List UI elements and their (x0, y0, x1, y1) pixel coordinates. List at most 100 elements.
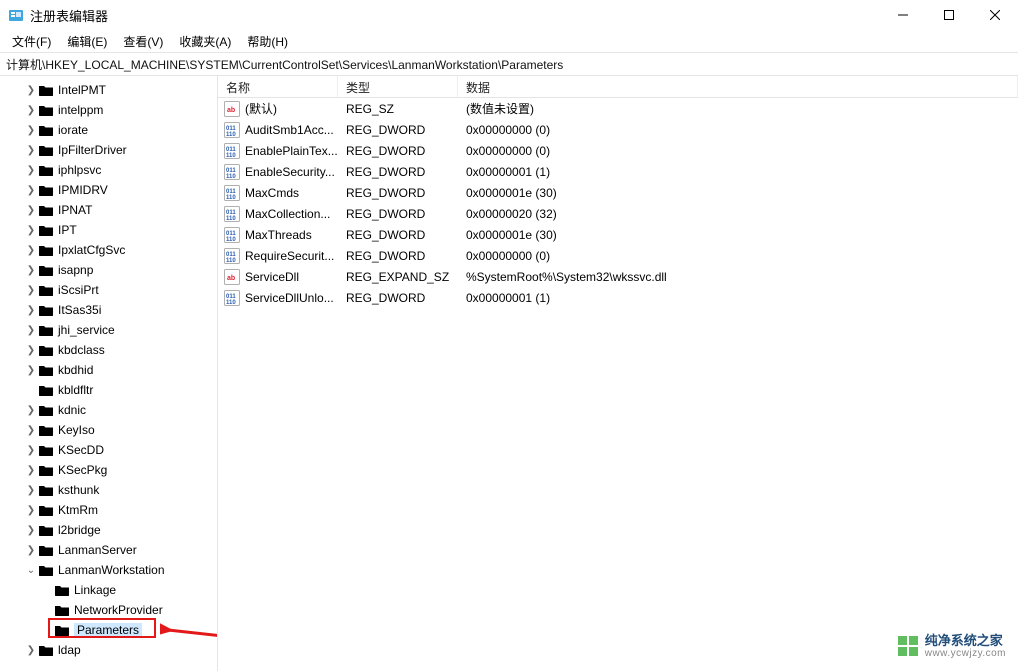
tree-item[interactable]: ❯ kbdhid (0, 360, 217, 380)
folder-icon (38, 323, 54, 337)
menu-help[interactable]: 帮助(H) (239, 31, 296, 52)
tree-item[interactable]: ❯ KtmRm (0, 500, 217, 520)
tree-item[interactable]: ❯IpFilterDriver (0, 140, 217, 160)
maximize-button[interactable] (926, 0, 972, 30)
value-row[interactable]: 011110EnablePlainTex...REG_DWORD0x000000… (218, 140, 1018, 161)
tree-item[interactable]: ❯jhi_service (0, 320, 217, 340)
tree-item[interactable]: ⌄ LanmanWorkstation (0, 560, 217, 580)
tree-item-label: kbdhid (58, 363, 93, 377)
expand-icon[interactable]: ❯ (24, 265, 38, 276)
expand-icon[interactable]: ❯ (24, 505, 38, 516)
expand-icon[interactable]: ❯ (24, 325, 38, 336)
expand-icon[interactable]: ❯ (24, 365, 38, 376)
expand-icon[interactable]: ❯ (24, 445, 38, 456)
tree-item[interactable]: ❯ kdnic (0, 400, 217, 420)
tree-item[interactable]: Linkage (0, 580, 217, 600)
value-row[interactable]: abServiceDllREG_EXPAND_SZ%SystemRoot%\Sy… (218, 266, 1018, 287)
collapse-icon[interactable]: ⌄ (24, 565, 38, 576)
tree-item-label: ksthunk (58, 483, 99, 497)
expand-icon[interactable]: ❯ (24, 285, 38, 296)
expand-icon[interactable]: ❯ (24, 105, 38, 116)
value-row[interactable]: 011110RequireSecurit...REG_DWORD0x000000… (218, 245, 1018, 266)
expand-icon[interactable]: ❯ (24, 525, 38, 536)
expand-icon[interactable]: ❯ (24, 405, 38, 416)
menu-favorites[interactable]: 收藏夹(A) (171, 31, 239, 52)
tree-view[interactable]: ❯IntelPMT❯intelppm❯iorate❯IpFilterDriver… (0, 76, 218, 671)
expand-icon[interactable]: ❯ (24, 205, 38, 216)
column-data-header[interactable]: 数据 (458, 76, 1018, 97)
tree-item[interactable]: ❯ IPT (0, 220, 217, 240)
tree-item[interactable]: ❯iphlpsvc (0, 160, 217, 180)
value-row[interactable]: 011110ServiceDllUnlo...REG_DWORD0x000000… (218, 287, 1018, 308)
tree-item[interactable]: ❯iorate (0, 120, 217, 140)
value-type: REG_DWORD (338, 249, 458, 263)
tree-item[interactable]: kbldfltr (0, 380, 217, 400)
expand-icon[interactable]: ❯ (24, 245, 38, 256)
value-row[interactable]: 011110AuditSmb1Acc...REG_DWORD0x00000000… (218, 119, 1018, 140)
svg-text:110: 110 (226, 258, 236, 264)
close-button[interactable] (972, 0, 1018, 30)
tree-item[interactable]: ❯ItSas35i (0, 300, 217, 320)
minimize-button[interactable] (880, 0, 926, 30)
expand-icon[interactable]: ❯ (24, 85, 38, 96)
expand-icon[interactable]: ❯ (24, 185, 38, 196)
svg-text:110: 110 (226, 216, 236, 222)
tree-item-label: KSecDD (58, 443, 104, 457)
expand-icon[interactable]: ❯ (24, 345, 38, 356)
value-row[interactable]: 011110MaxThreadsREG_DWORD0x0000001e (30) (218, 224, 1018, 245)
tree-item[interactable]: ❯KSecPkg (0, 460, 217, 480)
tree-item[interactable]: ❯iScsiPrt (0, 280, 217, 300)
value-name: AuditSmb1Acc... (245, 123, 334, 137)
folder-icon (38, 183, 54, 197)
tree-item[interactable]: ❯IpxlatCfgSvc (0, 240, 217, 260)
folder-icon (38, 143, 54, 157)
svg-text:ab: ab (227, 107, 235, 114)
value-row[interactable]: 011110EnableSecurity...REG_DWORD0x000000… (218, 161, 1018, 182)
expand-icon[interactable]: ❯ (24, 305, 38, 316)
tree-item-label: IPT (58, 223, 77, 237)
expand-icon[interactable]: ❯ (24, 145, 38, 156)
expand-icon[interactable]: ❯ (24, 125, 38, 136)
menu-view[interactable]: 查看(V) (115, 31, 171, 52)
expand-icon[interactable]: ❯ (24, 485, 38, 496)
watermark-logo-icon (897, 635, 919, 657)
value-type: REG_DWORD (338, 165, 458, 179)
tree-item-label: kbdclass (58, 343, 105, 357)
expand-icon[interactable]: ❯ (24, 545, 38, 556)
folder-icon (38, 483, 54, 497)
expand-icon[interactable]: ❯ (24, 165, 38, 176)
value-data: 0x0000001e (30) (458, 186, 1018, 200)
folder-icon (38, 543, 54, 557)
tree-item-label: KtmRm (58, 503, 98, 517)
column-type-header[interactable]: 类型 (338, 76, 458, 97)
column-name-header[interactable]: 名称 (218, 76, 338, 97)
tree-item[interactable]: ❯LanmanServer (0, 540, 217, 560)
menu-file[interactable]: 文件(F) (4, 31, 59, 52)
tree-item[interactable]: ❯IPNAT (0, 200, 217, 220)
tree-item[interactable]: ❯isapnp (0, 260, 217, 280)
folder-icon (38, 163, 54, 177)
folder-icon (38, 303, 54, 317)
value-row[interactable]: 011110MaxCollection...REG_DWORD0x0000002… (218, 203, 1018, 224)
address-bar[interactable]: 计算机\HKEY_LOCAL_MACHINE\SYSTEM\CurrentCon… (0, 52, 1018, 76)
value-type: REG_DWORD (338, 207, 458, 221)
value-row[interactable]: ab(默认)REG_SZ(数值未设置) (218, 98, 1018, 119)
tree-item[interactable]: ❯ kbdclass (0, 340, 217, 360)
tree-item[interactable]: ❯KeyIso (0, 420, 217, 440)
expand-icon[interactable]: ❯ (24, 645, 38, 656)
tree-item[interactable]: ❯ ksthunk (0, 480, 217, 500)
tree-item-label: LanmanWorkstation (58, 563, 165, 577)
tree-item[interactable]: ❯IPMIDRV (0, 180, 217, 200)
menu-edit[interactable]: 编辑(E) (59, 31, 115, 52)
list-view[interactable]: 名称 类型 数据 ab(默认)REG_SZ(数值未设置)011110AuditS… (218, 76, 1018, 671)
expand-icon[interactable]: ❯ (24, 465, 38, 476)
tree-item[interactable]: ❯IntelPMT (0, 80, 217, 100)
tree-item[interactable]: ❯ KSecDD (0, 440, 217, 460)
tree-item[interactable]: ❯intelppm (0, 100, 217, 120)
tree-item-label: kdnic (58, 403, 86, 417)
expand-icon[interactable]: ❯ (24, 425, 38, 436)
expand-icon[interactable]: ❯ (24, 225, 38, 236)
tree-item[interactable]: ❯l2bridge (0, 520, 217, 540)
value-row[interactable]: 011110MaxCmdsREG_DWORD0x0000001e (30) (218, 182, 1018, 203)
value-data: 0x00000001 (1) (458, 165, 1018, 179)
